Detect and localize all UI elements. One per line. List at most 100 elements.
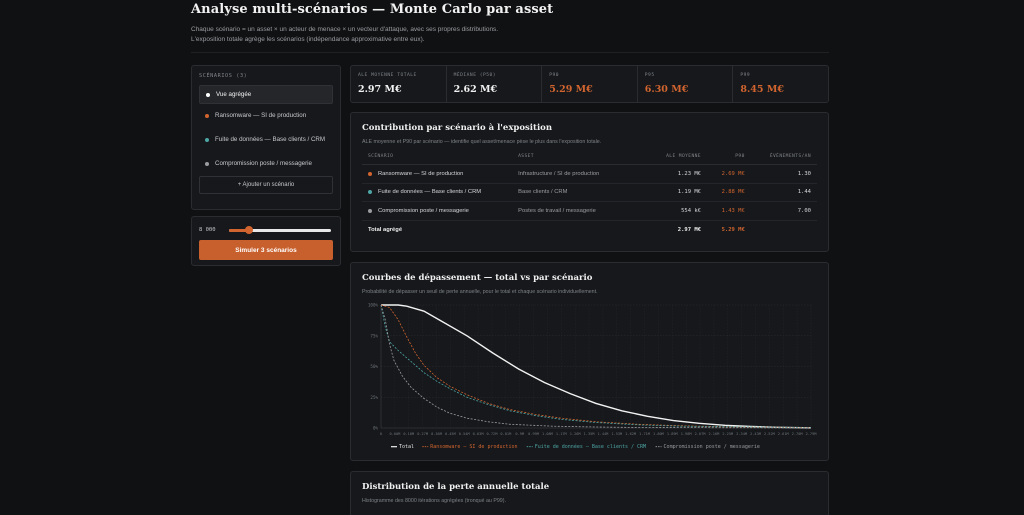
cell-events: 1.30: [750, 164, 817, 184]
contribution-title: Contribution par scénario à l'exposition: [362, 123, 553, 133]
subtitle-line-1: Chaque scénario = un asset × un acteur d…: [191, 26, 499, 33]
x-tick-label: 1.08M: [542, 432, 554, 436]
exceedance-card: Courbes de dépassement — total vs par sc…: [350, 262, 829, 461]
iterations-slider-row: 8 000: [199, 225, 333, 235]
col-ale: ALE MOYENNE: [648, 154, 707, 165]
iterations-slider[interactable]: [229, 226, 331, 234]
x-tick-label: 2.61M: [778, 432, 790, 436]
slider-thumb[interactable]: [245, 226, 254, 234]
x-tick-label: 2.07M: [695, 432, 707, 436]
legend-label-2: Fuite de données — Base clients / CRM: [535, 443, 646, 450]
legend-label-0: Total: [399, 444, 414, 450]
page-title: Analyse multi-scénarios — Monte Carlo pa…: [191, 2, 554, 17]
scenario-item-label: Ransomware — SI de production: [215, 112, 307, 119]
scenario-panel: SCÉNARIOS (3) Vue agrégée Ransomware — S…: [191, 65, 341, 210]
kpi-label: ALE MOYENNE TOTALE: [358, 73, 417, 78]
kpi-label: P95: [644, 73, 655, 78]
col-scenario: SCÉNARIO: [362, 154, 513, 165]
exceedance-chart: 0% 25% 50% 75% 100% 0 0.00M 0.18M 0.27M 0.36M 0.45…: [368, 303, 817, 451]
scenario-name: Ransomware — SI de production: [378, 170, 464, 177]
x-tick-label: 1.26M: [570, 432, 582, 436]
simulation-panel: 8 000 Simuler 3 scénarios: [191, 216, 341, 266]
x-tick-label: 1.89M: [667, 432, 679, 436]
x-tick-label: 2.52M: [764, 432, 776, 436]
x-tick-label: 0.54M: [459, 432, 471, 436]
y-tick-label: 100%: [368, 303, 379, 308]
contribution-subtitle: ALE moyenne et P90 par scénario — identi…: [362, 139, 602, 145]
x-tick-label: 0.00M: [389, 432, 401, 436]
y-tick-label: 0%: [373, 426, 379, 431]
total-label: Total agrégé: [368, 226, 403, 233]
x-tick-label: 1.53M: [611, 432, 623, 436]
scenario-name: Fuite de données — Base clients / CRM: [378, 189, 482, 196]
cell-events: 1.44: [750, 183, 817, 202]
page-header: Analyse multi-scénarios — Monte Carlo pa…: [191, 2, 831, 45]
kpi-label: P90: [549, 73, 559, 78]
kpi-label: P99: [740, 73, 751, 78]
x-tick-label: 2.34M: [736, 432, 748, 436]
total-events-empty: [751, 220, 817, 239]
kpi-ale-total: ALE MOYENNE TOTALE 2.97 M€: [351, 66, 447, 102]
add-scenario-button[interactable]: + Ajouter un scénario: [199, 176, 333, 194]
scenario-item-data-leak[interactable]: Fuite de données — Base clients / CRM: [199, 127, 333, 152]
page: Analyse multi-scénarios — Monte Carlo pa…: [0, 0, 1024, 515]
cell-scenario: Ransomware — SI de production: [362, 164, 513, 184]
scenario-item-label: Vue agrégée: [216, 91, 252, 98]
x-tick-label: 0: [380, 432, 382, 436]
x-tick-label: 0.63M: [473, 432, 485, 436]
distribution-subtitle: Histogramme des 8000 itérations agrégées…: [362, 498, 506, 504]
compromise-dot-icon: [368, 208, 372, 213]
scenario-item-compromise[interactable]: Compromission poste / messagerie: [199, 154, 333, 173]
cell-asset: Base clients / CRM: [512, 183, 649, 202]
cell-p90: 2.69 M€: [706, 164, 751, 184]
kpi-label: MÉDIANE (P50): [453, 73, 497, 78]
kpi-p95: P95 6.30 M€: [638, 66, 734, 102]
cell-events: 7.00: [750, 201, 817, 221]
y-tick-label: 50%: [370, 364, 378, 369]
cell-scenario: Fuite de données — Base clients / CRM: [362, 183, 513, 202]
simulate-button[interactable]: Simuler 3 scénarios: [199, 240, 333, 260]
x-tick-label: 0.27M: [417, 432, 429, 436]
scenario-item-aggregate[interactable]: Vue agrégée: [199, 85, 333, 104]
table-total-row: Total agrégé 2.97 M€ 5.29 M€: [362, 220, 817, 239]
kpi-value: 5.29 M€: [549, 84, 593, 95]
subtitle-line-2: L'exposition totale agrège les scénarios…: [191, 36, 425, 43]
cell-asset: Infrastructure / SI de production: [512, 164, 649, 184]
x-tick-label: 2.70M: [792, 432, 804, 436]
x-tick-label: 0.45M: [445, 432, 457, 436]
kpi-p99: P99 8.45 M€: [733, 66, 828, 102]
contribution-table: SCÉNARIO ASSET ALE MOYENNE P90 ÉVÉNEMENT…: [362, 154, 817, 239]
cell-p90: 2.88 M€: [706, 183, 751, 202]
page-subtitle: Chaque scénario = un asset × un acteur d…: [191, 25, 831, 45]
cell-ale: 554 k€: [648, 201, 707, 221]
table-row[interactable]: Fuite de données — Base clients / CRM Ba…: [362, 183, 817, 202]
x-tick-label: 1.35M: [584, 432, 596, 436]
y-tick-label: 75%: [370, 333, 378, 338]
scenario-heading: SCÉNARIOS (3): [199, 73, 248, 79]
contribution-card: Contribution par scénario à l'exposition…: [350, 112, 829, 252]
x-tick-label: 1.44M: [598, 432, 610, 436]
kpi-row: ALE MOYENNE TOTALE 2.97 M€ MÉDIANE (P50)…: [350, 65, 829, 103]
scenario-item-label: Compromission poste / messagerie: [215, 160, 312, 167]
x-tick-label: 0.72M: [487, 432, 499, 436]
col-asset: ASSET: [512, 154, 649, 165]
x-tick-label: 1.17M: [556, 432, 568, 436]
ransomware-dot-icon: [368, 171, 372, 176]
kpi-p90: P90 5.29 M€: [542, 66, 638, 102]
table-row[interactable]: Compromission poste / messagerie Postes …: [362, 201, 817, 221]
table-row[interactable]: Ransomware — SI de production Infrastruc…: [362, 164, 817, 184]
total-p90: 5.29 M€: [721, 226, 745, 233]
legend-label-3: Compromission poste / messagerie: [664, 444, 760, 450]
x-tick-label: 2.43M: [750, 432, 762, 436]
kpi-value: 2.97 M€: [358, 84, 402, 95]
iterations-value: 8 000: [199, 227, 216, 233]
kpi-value: 2.62 M€: [453, 84, 498, 95]
x-tick-label: 1.62M: [625, 432, 637, 436]
data-leak-dot-icon: [205, 137, 209, 142]
cell-scenario: Compromission poste / messagerie: [362, 201, 513, 221]
kpi-p50: MÉDIANE (P50) 2.62 M€: [447, 66, 543, 102]
scenario-item-ransomware[interactable]: Ransomware — SI de production: [199, 106, 333, 125]
x-tick-label: 0.9M: [515, 432, 524, 436]
x-tick-label: 0.81M: [500, 432, 512, 436]
x-tick-label: 2.16M: [708, 432, 720, 436]
